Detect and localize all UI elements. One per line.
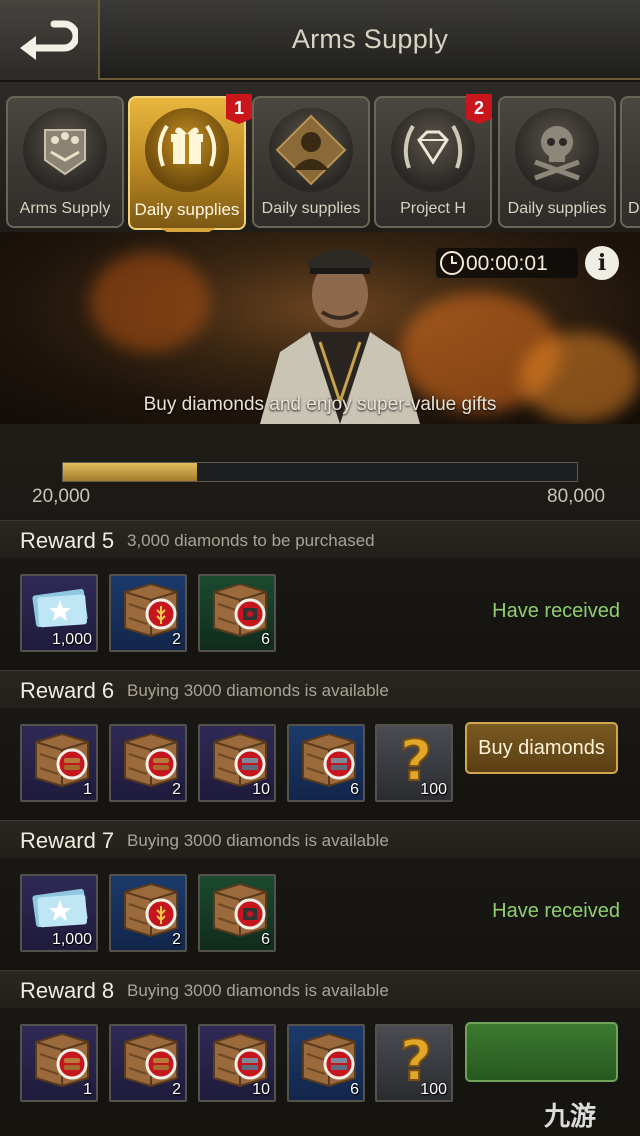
reward-item-crate-steel[interactable]: 10: [198, 1024, 276, 1102]
item-quantity: 6: [350, 781, 359, 798]
reward-title: Reward 7: [20, 828, 115, 853]
item-quantity: 2: [172, 931, 181, 948]
reward-subtitle: 3,000 diamonds to be purchased: [127, 531, 375, 550]
item-quantity: 2: [172, 781, 181, 798]
reward-item-crate-wheat[interactable]: 2: [109, 574, 187, 652]
progress-max-label: 80,000: [547, 486, 606, 507]
reward-title: Reward 8: [20, 978, 115, 1003]
reward-item-crate-wood[interactable]: 1: [20, 724, 98, 802]
item-quantity: 100: [420, 1081, 447, 1098]
reward-item-crate-wood[interactable]: 1: [20, 1024, 98, 1102]
progress-min-label: 20,000: [32, 486, 91, 507]
svg-text:?: ?: [400, 729, 432, 788]
page-title: Arms Supply: [291, 24, 449, 54]
watermark-logo: 九游: [544, 1101, 597, 1131]
reward-item-mystery[interactable]: ? 100: [375, 724, 453, 802]
item-quantity: 100: [420, 781, 447, 798]
tab-label: Da: [628, 200, 640, 217]
reward-item-crate-wood[interactable]: 2: [109, 724, 187, 802]
gift-laurel-icon: [145, 108, 229, 192]
received-status: Have received: [492, 900, 620, 922]
tab-label: Daily supplies: [134, 200, 240, 219]
reward-header: Reward 5 3,000 diamonds to be purchased: [0, 520, 640, 558]
reward-item-crate-steel[interactable]: 6: [287, 1024, 365, 1102]
item-quantity: 10: [252, 1081, 270, 1098]
item-quantity: 1: [83, 1081, 92, 1098]
officer-silhouette-icon: [269, 108, 353, 192]
tab-arms-supply[interactable]: Arms Supply: [6, 96, 124, 228]
tab-label: Arms Supply: [19, 200, 111, 217]
item-quantity: 2: [172, 1081, 181, 1098]
reward-title: Reward 6: [20, 678, 115, 703]
tab-project-h[interactable]: Project H 2: [374, 94, 492, 228]
fire-glow: [90, 252, 210, 352]
tab-label: Daily supplies: [261, 200, 361, 217]
reward-item-crate-supply[interactable]: 6: [198, 874, 276, 952]
reward-item-crate-steel[interactable]: 10: [198, 724, 276, 802]
buy-diamonds-button[interactable]: Buy diamonds: [465, 722, 618, 774]
diamond-laurel-icon: [391, 108, 475, 192]
reward-header: Reward 6 Buying 3000 diamonds is availabl…: [0, 670, 640, 708]
banner-caption: Buy diamonds and enjoy super-value gifts: [143, 394, 497, 415]
reward-item-crate-steel[interactable]: 6: [287, 724, 365, 802]
notification-badge: 2: [466, 94, 492, 124]
back-button[interactable]: [0, 0, 100, 80]
progress-fill: [63, 463, 197, 481]
received-status: Have received: [492, 600, 620, 622]
reward-item-ticket[interactable]: 1,000: [20, 574, 98, 652]
svg-text:?: ?: [400, 1029, 432, 1088]
reward-header: Reward 7 Buying 3000 diamonds is availabl…: [0, 820, 640, 858]
tab-daily-supplies-2[interactable]: Daily supplies: [252, 96, 370, 228]
info-button[interactable]: i: [585, 246, 619, 280]
reward-item-crate-wood[interactable]: 2: [109, 1024, 187, 1102]
military-rank-icon: [23, 108, 107, 192]
tab-daily-supplies-1[interactable]: Daily supplies 1: [128, 94, 252, 230]
header-bar: Arms Supply: [0, 0, 640, 80]
item-quantity: 6: [261, 931, 270, 948]
clock-icon: [440, 251, 464, 275]
tab-partial[interactable]: Da: [620, 96, 640, 228]
reward-subtitle: Buying 3000 diamonds is available: [127, 831, 389, 850]
category-tabs: Arms Supply Daily supplies 1 Daily suppl…: [0, 82, 640, 232]
reward-items: 1 2 10 6? 100 Buy diamonds: [0, 708, 640, 820]
reward-item-crate-wheat[interactable]: 2: [109, 874, 187, 952]
reward-item-crate-supply[interactable]: 6: [198, 574, 276, 652]
item-quantity: 6: [350, 1081, 359, 1098]
reward-item-mystery[interactable]: ? 100: [375, 1024, 453, 1102]
reward-items: 1,000 2 6 Have received: [0, 558, 640, 670]
tab-label: Project H: [400, 200, 466, 217]
skull-crossbones-icon: [515, 108, 599, 192]
reward-header: Reward 8 Buying 3000 diamonds is availabl…: [0, 970, 640, 1008]
back-arrow-icon: [20, 20, 78, 60]
item-quantity: 1,000: [51, 931, 92, 948]
progress-bar: [62, 462, 578, 482]
tab-daily-supplies-3[interactable]: Daily supplies: [498, 96, 616, 228]
item-quantity: 2: [172, 631, 181, 648]
claim-button[interactable]: [465, 1022, 618, 1082]
reward-subtitle: Buying 3000 diamonds is available: [127, 681, 389, 700]
reward-items: 1,000 2 6 Have received: [0, 858, 640, 970]
timer-value: 00:00:01: [466, 252, 548, 275]
item-quantity: 1: [83, 781, 92, 798]
item-quantity: 10: [252, 781, 270, 798]
tab-label: Daily supplies: [507, 200, 607, 217]
reward-subtitle: Buying 3000 diamonds is available: [127, 981, 389, 1000]
reward-item-ticket[interactable]: 1,000: [20, 874, 98, 952]
item-quantity: 6: [261, 631, 270, 648]
notification-badge: 1: [226, 94, 252, 124]
item-quantity: 1,000: [51, 631, 92, 648]
reward-title: Reward 5: [20, 528, 115, 553]
